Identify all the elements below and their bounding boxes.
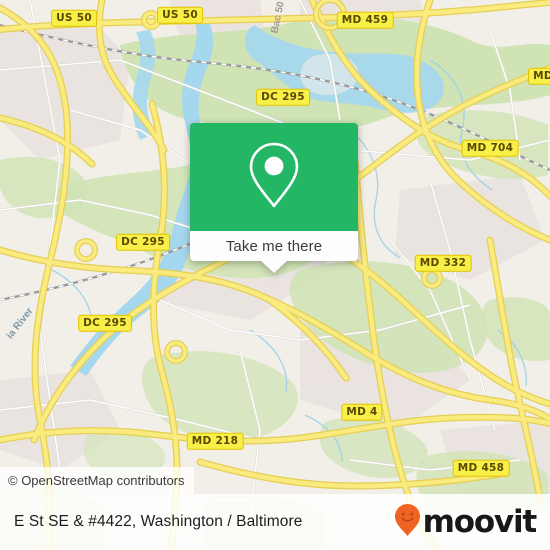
callout-pointer: [261, 261, 287, 273]
road-shield-label: MD: [528, 67, 550, 85]
destination-callout-card[interactable]: Take me there: [190, 123, 358, 273]
moovit-wordmark: moovit: [422, 503, 538, 540]
location-title: E St SE & #4422, Washington / Baltimore: [14, 513, 303, 530]
callout-header: [190, 123, 358, 231]
road-shield-label: MD 459: [336, 11, 394, 29]
road-shield-label: MD 332: [414, 254, 472, 272]
road-shield-label: MD 4: [341, 403, 383, 421]
osm-attribution-label: © OpenStreetMap contributors: [8, 473, 185, 488]
map-pin-icon: [248, 141, 300, 214]
road-shield-label: US 50: [51, 9, 97, 27]
moovit-logo[interactable]: moovit: [394, 503, 538, 542]
bottom-bar: E St SE & #4422, Washington / Baltimore …: [0, 494, 550, 550]
take-me-there-button[interactable]: Take me there: [190, 231, 358, 261]
road-shield-label: DC 295: [256, 88, 310, 106]
road-shield-label: DC 295: [78, 314, 132, 332]
map-screenshot: US 50 US 50 MD 459 MD DC 295 MD 704 DC 295 MD 3…: [0, 0, 550, 550]
road-shield-label: MD 218: [186, 432, 244, 450]
moovit-smiley-pin-icon: [394, 503, 421, 542]
osm-attribution[interactable]: © OpenStreetMap contributors: [0, 467, 194, 494]
road-shield-label: MD 704: [461, 139, 519, 157]
road-shield-label: DC 295: [116, 233, 170, 251]
road-shield-label: MD 458: [452, 459, 510, 477]
take-me-there-label: Take me there: [225, 237, 323, 255]
road-shield-label: US 50: [157, 6, 203, 24]
